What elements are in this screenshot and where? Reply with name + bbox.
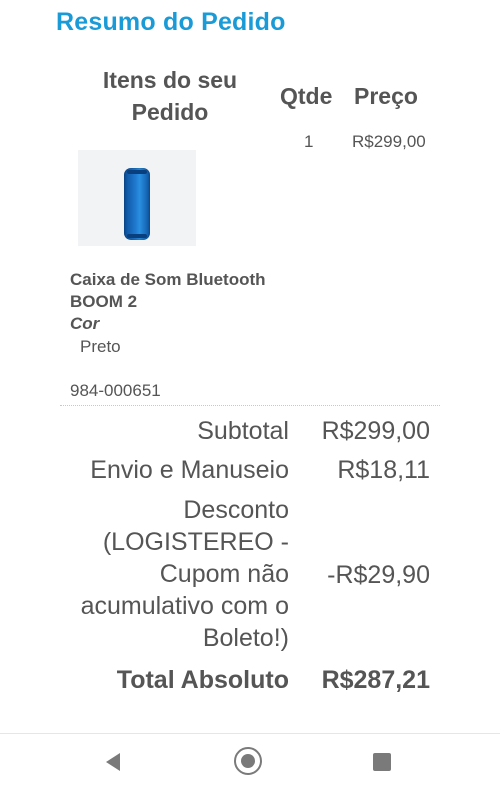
shipping-label: Envio e Manuseio (90, 456, 289, 484)
product-image[interactable] (78, 150, 196, 246)
shipping-value: R$18,11 (337, 456, 430, 484)
page-title: Resumo do Pedido (56, 8, 286, 36)
qty-column-header: Qtde (280, 83, 333, 109)
total-value: R$287,21 (321, 666, 430, 694)
divider (60, 405, 440, 406)
total-label: Total Absoluto (116, 666, 289, 694)
product-sku: 984-000651 (70, 381, 161, 400)
speaker-icon (124, 168, 150, 240)
discount-label: Desconto (LOGISTEREO - Cupom não acumula… (80, 496, 289, 652)
recents-icon[interactable] (373, 753, 391, 771)
back-icon[interactable] (106, 753, 120, 771)
product-name[interactable]: Caixa de Som Bluetooth BOOM 2 (70, 269, 270, 313)
color-attribute-label: Cor (70, 314, 100, 333)
price-column-header: Preço (354, 83, 418, 109)
subtotal-value: R$299,00 (321, 417, 430, 445)
home-icon[interactable] (234, 747, 262, 775)
item-price: R$299,00 (352, 132, 426, 151)
subtotal-label: Subtotal (197, 417, 289, 445)
order-summary-page: Resumo do Pedido Itens do seu Pedido Qtd… (0, 0, 500, 791)
discount-value: -R$29,90 (327, 561, 430, 589)
item-quantity: 1 (304, 132, 314, 151)
android-navigation-bar (0, 733, 500, 791)
items-column-header: Itens do seu Pedido (102, 67, 238, 125)
color-attribute-value: Preto (80, 337, 121, 356)
